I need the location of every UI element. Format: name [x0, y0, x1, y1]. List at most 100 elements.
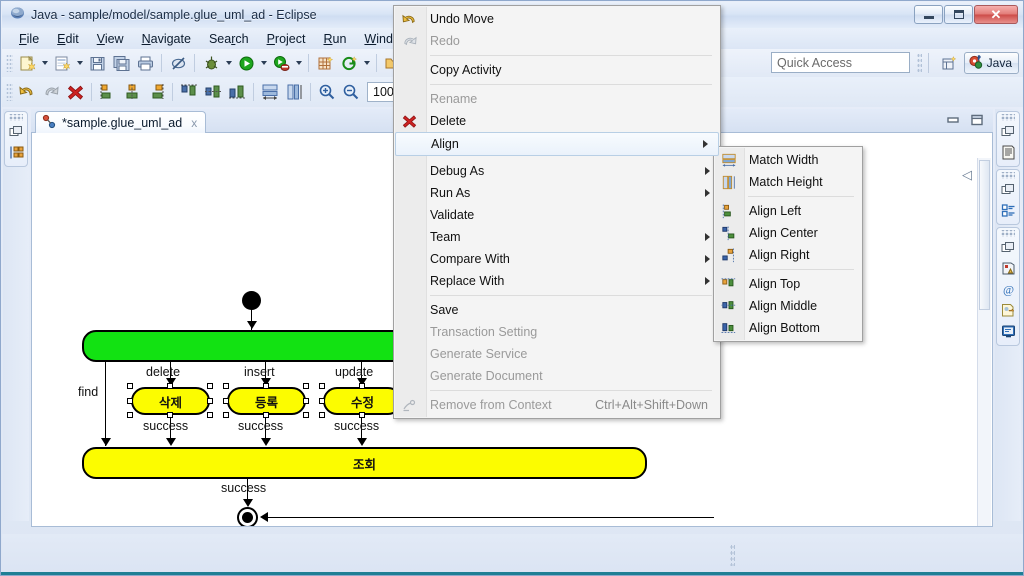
align-right-button[interactable] [144, 81, 168, 103]
resize-handle[interactable] [263, 383, 269, 389]
match-height-button[interactable] [282, 81, 306, 103]
editor-minimize-button[interactable] [945, 112, 961, 128]
editor-maximize-button[interactable] [969, 112, 985, 128]
resize-handle[interactable] [223, 383, 229, 389]
resize-handle[interactable] [223, 412, 229, 418]
resize-handle[interactable] [263, 412, 269, 418]
undo-button[interactable] [15, 81, 39, 103]
perspective-java-button[interactable]: Java [963, 52, 1019, 74]
context-menu-item-run-as[interactable]: Run As [394, 182, 720, 204]
align-bottom-button[interactable] [225, 81, 249, 103]
align-submenu-item-align-bottom[interactable]: Align Bottom [714, 317, 862, 339]
minimize-button[interactable] [914, 5, 943, 24]
restore-icon[interactable] [997, 121, 1019, 142]
align-submenu-item-align-left[interactable]: Align Left [714, 200, 862, 222]
collapse-palette-icon[interactable]: ◁ [962, 167, 972, 183]
resize-handle[interactable] [127, 412, 133, 418]
delete-activity[interactable]: 삭제 [131, 387, 210, 415]
open-perspective-button[interactable] [937, 53, 961, 74]
run-dropdown[interactable] [258, 52, 269, 74]
canvas-vertical-scrollbar[interactable] [977, 158, 991, 526]
new-wizard-dropdown[interactable] [39, 52, 50, 74]
zoom-out-button[interactable] [339, 81, 363, 103]
scrollbar-thumb[interactable] [979, 160, 990, 310]
rail-grip-2[interactable] [1001, 172, 1015, 179]
context-menu-item-delete[interactable]: Delete [394, 110, 720, 132]
resize-handle[interactable] [319, 383, 325, 389]
resize-handle[interactable] [207, 412, 213, 418]
align-center-button[interactable] [120, 81, 144, 103]
resize-handle[interactable] [303, 398, 309, 404]
context-menu-item-replace-with[interactable]: Replace With [394, 270, 720, 292]
align-submenu-item-align-center[interactable]: Align Center [714, 222, 862, 244]
context-menu-item-compare-with[interactable]: Compare With [394, 248, 720, 270]
external-tools-button[interactable] [269, 52, 293, 74]
resize-handle[interactable] [167, 383, 173, 389]
toolbar-grip[interactable] [6, 54, 13, 72]
problems-view-icon[interactable] [997, 258, 1019, 279]
rail-grip[interactable] [9, 114, 23, 121]
menu-run[interactable]: Run [314, 30, 355, 48]
maximize-button[interactable] [944, 5, 973, 24]
properties-view-icon[interactable] [997, 200, 1019, 221]
resize-handle[interactable] [127, 383, 133, 389]
save-all-button[interactable] [109, 52, 133, 74]
align-submenu-item-align-top[interactable]: Align Top [714, 273, 862, 295]
open-type-dropdown[interactable] [361, 52, 372, 74]
resize-handle[interactable] [319, 398, 325, 404]
menu-view[interactable]: View [88, 30, 133, 48]
update-activity[interactable]: 수정 [323, 387, 402, 415]
new-java-project-button[interactable] [313, 52, 337, 74]
menu-file[interactable]: File [10, 30, 48, 48]
restore-icon[interactable] [997, 179, 1019, 200]
quick-access-grip[interactable] [917, 53, 922, 73]
outline-view-icon[interactable] [997, 142, 1019, 163]
align-left-button[interactable] [96, 81, 120, 103]
editor-tab-sample-glue-uml-ad[interactable]: *sample.glue_uml_ad x [35, 111, 207, 134]
console-view-icon[interactable] [997, 321, 1019, 342]
new-java-class-dropdown[interactable] [74, 52, 85, 74]
redo-button[interactable] [39, 81, 63, 103]
menu-navigate[interactable]: Navigate [133, 30, 200, 48]
resize-handle[interactable] [303, 412, 309, 418]
toggle-markoccurrences-button[interactable] [166, 52, 190, 74]
resize-handle[interactable] [359, 412, 365, 418]
context-menu-item-team[interactable]: Team [394, 226, 720, 248]
end-node[interactable] [237, 507, 258, 526]
align-top-button[interactable] [177, 81, 201, 103]
resize-handle[interactable] [359, 383, 365, 389]
close-icon[interactable]: x [191, 116, 197, 130]
delete-button[interactable] [63, 81, 87, 103]
select-activity[interactable]: 조회 [82, 447, 647, 479]
align-submenu-item-match-width[interactable]: Match Width [714, 149, 862, 171]
new-java-class-button[interactable] [50, 52, 74, 74]
restore-icon[interactable] [5, 121, 27, 142]
context-menu-item-copy-activity[interactable]: Copy Activity [394, 59, 720, 81]
external-tools-dropdown[interactable] [293, 52, 304, 74]
resize-handle[interactable] [223, 398, 229, 404]
zoom-in-button[interactable] [315, 81, 339, 103]
debug-button[interactable] [199, 52, 223, 74]
align-middle-button[interactable] [201, 81, 225, 103]
context-menu-item-undo-move[interactable]: Undo Move [394, 8, 720, 30]
status-bar-grip[interactable] [730, 544, 735, 566]
javadoc-view-icon[interactable] [997, 300, 1019, 321]
context-menu-item-save[interactable]: Save [394, 299, 720, 321]
diagram-toolbar-grip[interactable] [6, 83, 13, 101]
at-sign-icon[interactable]: @ [997, 279, 1019, 300]
menu-search[interactable]: Search [200, 30, 258, 48]
new-wizard-button[interactable] [15, 52, 39, 74]
align-submenu-item-align-right[interactable]: Align Right [714, 244, 862, 266]
open-type-button[interactable] [337, 52, 361, 74]
context-menu-item-align[interactable]: Align [395, 132, 719, 156]
quick-access-input[interactable]: Quick Access [771, 52, 910, 73]
resize-handle[interactable] [207, 398, 213, 404]
menu-project[interactable]: Project [258, 30, 315, 48]
resize-handle[interactable] [207, 383, 213, 389]
context-menu-item-validate[interactable]: Validate [394, 204, 720, 226]
resize-handle[interactable] [319, 412, 325, 418]
align-submenu-item-match-height[interactable]: Match Height [714, 171, 862, 193]
restore-icon[interactable] [997, 237, 1019, 258]
save-button[interactable] [85, 52, 109, 74]
rail-grip-1[interactable] [1001, 114, 1015, 121]
